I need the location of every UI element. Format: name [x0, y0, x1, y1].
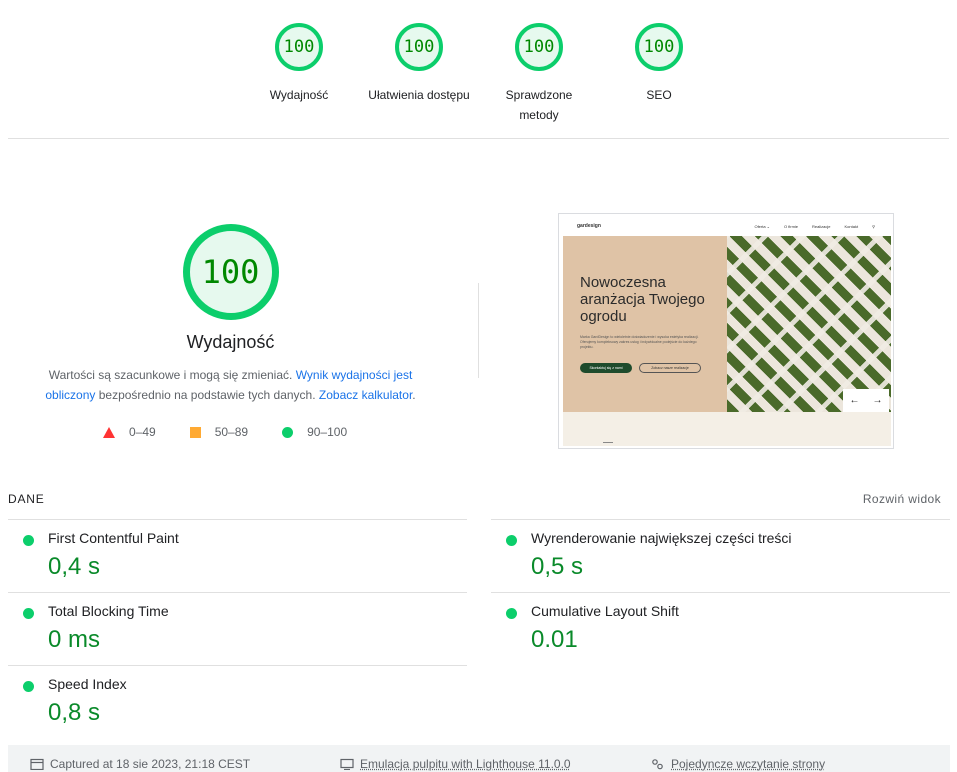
captured-at: Captured at 18 sie 2023, 21:18 CEST: [30, 757, 250, 771]
gauge-performance-label: Wydajność: [269, 88, 329, 102]
metric-tbt: Total Blocking Time 0 ms: [8, 592, 467, 665]
calendar-icon: [30, 758, 44, 770]
runtime-settings-bar: Captured at 18 sie 2023, 21:18 CEST Emul…: [8, 745, 950, 772]
expand-view-toggle[interactable]: Rozwiń widok: [863, 492, 941, 506]
metric-fcp: First Contentful Paint 0,4 s: [8, 519, 467, 592]
preview-search-icon: ⚲: [872, 224, 875, 229]
gauge-accessibility-label: Ułatwienia dostępu: [368, 88, 470, 102]
preview-paragraph: Marka GardDesign to wieloletnie doświadc…: [580, 335, 699, 349]
preview-menu-item: Kontakt: [844, 224, 859, 229]
gauge-performance-score: 100: [275, 23, 323, 71]
pass-circle-icon: [23, 535, 34, 546]
metric-name: Cumulative Layout Shift: [531, 603, 679, 619]
metric-lcp: Wyrenderowanie największej części treści…: [491, 519, 950, 592]
preview-projects-button: Zobacz nasze realizacje: [639, 363, 701, 373]
preview-contact-button: Skontaktuj się z nami: [580, 363, 632, 373]
gauge-seo-label: SEO: [646, 88, 672, 102]
arrow-left-icon: ←: [849, 395, 860, 406]
circle-icon: [282, 426, 294, 438]
performance-score: 100: [182, 224, 279, 320]
legend-average-label: 50–89: [214, 425, 249, 439]
desktop-icon: [340, 758, 354, 770]
performance-description: Wartości są szacunkowe i mogą się zmieni…: [38, 366, 423, 405]
performance-gauge: 100 Wydajność: [48, 224, 413, 353]
preview-logo: gardesign: [577, 223, 601, 229]
gauge-accessibility-score: 100: [395, 23, 443, 71]
pass-circle-icon: [23, 681, 34, 692]
vertical-divider: [478, 283, 479, 378]
metric-name: Total Blocking Time: [48, 603, 169, 619]
desc-text-2: bezpośrednio na podstawie tych danych.: [95, 387, 319, 402]
metric-value: 0,5 s: [531, 553, 584, 580]
desc-text-3: .: [412, 387, 416, 402]
top-divider: [8, 138, 949, 139]
single-load-icon: [652, 759, 663, 770]
load-text[interactable]: Pojedyncze wczytanie strony: [671, 757, 825, 771]
legend-pass: 90–100: [282, 425, 347, 439]
metric-name: Wyrenderowanie największej części treści: [531, 530, 792, 546]
metric-name: First Contentful Paint: [48, 530, 179, 546]
metric-speed-index: Speed Index 0,8 s: [8, 665, 467, 738]
metric-value: 0.01: [531, 626, 578, 653]
metric-cls: Cumulative Layout Shift 0.01: [491, 592, 950, 665]
desc-text-1: Wartości są szacunkowe i mogą się zmieni…: [48, 368, 296, 382]
preview-headline: Nowoczesna aranżacja Twojego ogrodu: [580, 274, 705, 325]
preview-menu-item: O firmie: [784, 224, 799, 229]
pass-circle-icon: [506, 535, 517, 546]
metric-value: 0,8 s: [48, 699, 101, 726]
preview-carousel-arrows: ← →: [843, 389, 889, 412]
metric-name: Speed Index: [48, 676, 127, 692]
score-legend: 0–49 50–89 90–100: [103, 425, 381, 439]
emulation-text[interactable]: Emulacja pulpitu with Lighthouse 11.0.0: [360, 757, 571, 771]
legend-fail-label: 0–49: [129, 425, 156, 439]
preview-menu: Oferta ⌄ O firmie Realizacje Kontakt ⚲: [740, 224, 875, 229]
arrow-right-icon: →: [872, 395, 883, 406]
metrics-heading: DANE: [8, 492, 45, 506]
square-icon: [189, 426, 201, 438]
calculator-link[interactable]: Zobacz kalkulator: [319, 388, 412, 402]
load-info: Pojedyncze wczytanie strony: [651, 757, 825, 771]
triangle-icon: [103, 426, 115, 438]
preview-menu-item: Realizacje: [812, 224, 831, 229]
preview-nav: gardesign Oferta ⌄ O firmie Realizacje K…: [559, 214, 893, 236]
preview-footer-strip: [563, 412, 891, 446]
gauge-best-practices-label: Sprawdzone metody: [505, 88, 573, 122]
legend-pass-label: 90–100: [307, 425, 348, 439]
pass-circle-icon: [506, 608, 517, 619]
preview-footer-line: [603, 442, 613, 443]
legend-fail: 0–49: [103, 425, 156, 439]
preview-hero-image: [727, 236, 891, 412]
gauge-seo-score: 100: [635, 23, 683, 71]
page-screenshot-preview[interactable]: gardesign Oferta ⌄ O firmie Realizacje K…: [558, 213, 894, 449]
gauge-performance[interactable]: 100 Wydajność: [244, 21, 354, 105]
gauge-best-practices[interactable]: 100 Sprawdzone metody: [484, 21, 594, 125]
category-gauges: 100 Wydajność 100 Ułatwienia dostępu 100…: [0, 0, 957, 139]
metric-value: 0 ms: [48, 626, 101, 653]
captured-at-text: Captured at 18 sie 2023, 21:18 CEST: [50, 757, 251, 771]
emulation-info: Emulacja pulpitu with Lighthouse 11.0.0: [340, 757, 571, 771]
legend-average: 50–89: [189, 425, 249, 439]
gauge-seo[interactable]: 100 SEO: [604, 21, 714, 105]
performance-title: Wydajność: [186, 332, 275, 352]
metric-value: 0,4 s: [48, 553, 101, 580]
pass-circle-icon: [23, 608, 34, 619]
gauge-accessibility[interactable]: 100 Ułatwienia dostępu: [364, 21, 474, 105]
preview-menu-item: Oferta ⌄: [754, 224, 771, 229]
gauge-best-practices-score: 100: [515, 23, 563, 71]
